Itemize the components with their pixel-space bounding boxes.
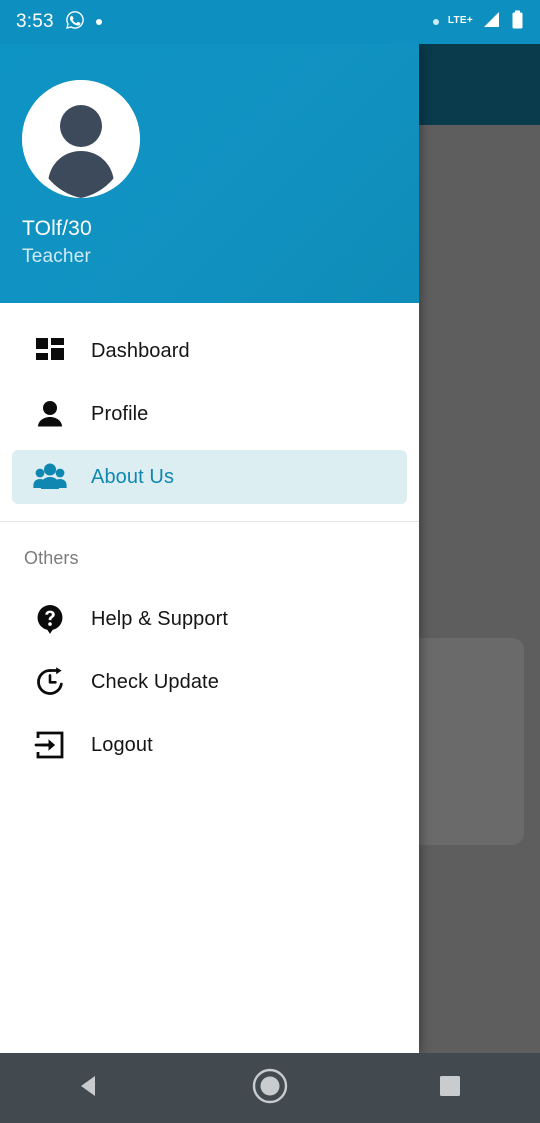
user-name: TOlf/30	[22, 217, 92, 240]
drawer-secondary-menu: Help & Support Check Update Logout	[0, 569, 419, 781]
update-clock-icon	[31, 663, 69, 701]
system-navigation-bar	[0, 1053, 540, 1123]
sidebar-item-about-us[interactable]: About Us	[12, 450, 407, 504]
person-avatar-icon	[22, 80, 140, 198]
sidebar-item-label: About Us	[91, 465, 175, 488]
sidebar-item-dashboard[interactable]: Dashboard	[12, 324, 407, 378]
battery-icon	[511, 10, 524, 35]
sidebar-item-check-update[interactable]: Check Update	[12, 655, 407, 709]
back-triangle-icon	[75, 1071, 105, 1106]
sidebar-item-help-support[interactable]: Help & Support	[12, 592, 407, 646]
people-group-icon	[31, 458, 69, 496]
logout-exit-icon	[31, 726, 69, 764]
status-time: 3:53	[16, 11, 54, 32]
section-label-others: Others	[24, 548, 79, 568]
sidebar-item-label: Help & Support	[91, 607, 229, 630]
status-bar-left: 3:53	[16, 10, 102, 35]
status-bar-right: LTE+	[432, 10, 524, 35]
drawer-primary-menu: Dashboard Profile About Us	[0, 303, 419, 513]
network-type-label: LTE+	[447, 14, 473, 26]
sidebar-item-label: Logout	[91, 733, 153, 756]
recents-button[interactable]	[412, 1053, 488, 1123]
sidebar-item-label: Check Update	[91, 670, 219, 693]
phone-screen: 3:53 LTE+ TOlf/30 Teacher Dashboard Prof…	[0, 0, 540, 1123]
home-circle-icon	[250, 1066, 290, 1111]
user-role: Teacher	[22, 246, 91, 267]
notification-dot-icon	[432, 19, 439, 25]
sidebar-item-label: Profile	[91, 402, 149, 425]
recents-square-icon	[436, 1072, 464, 1105]
whatsapp-icon	[65, 10, 85, 35]
back-button[interactable]	[52, 1053, 128, 1123]
signal-icon	[482, 11, 502, 34]
status-bar: 3:53 LTE+	[0, 0, 540, 44]
sidebar-item-profile[interactable]: Profile	[12, 387, 407, 441]
sidebar-item-label: Dashboard	[91, 339, 190, 362]
navigation-drawer: TOlf/30 Teacher Dashboard Profile About …	[0, 44, 419, 1053]
person-icon	[31, 395, 69, 433]
home-button[interactable]	[232, 1053, 308, 1123]
sidebar-item-logout[interactable]: Logout	[12, 718, 407, 772]
notification-dot-icon	[95, 19, 102, 25]
dashboard-grid-icon	[31, 332, 69, 370]
avatar[interactable]	[22, 80, 140, 198]
drawer-header: TOlf/30 Teacher	[0, 44, 419, 303]
help-question-icon	[31, 600, 69, 638]
